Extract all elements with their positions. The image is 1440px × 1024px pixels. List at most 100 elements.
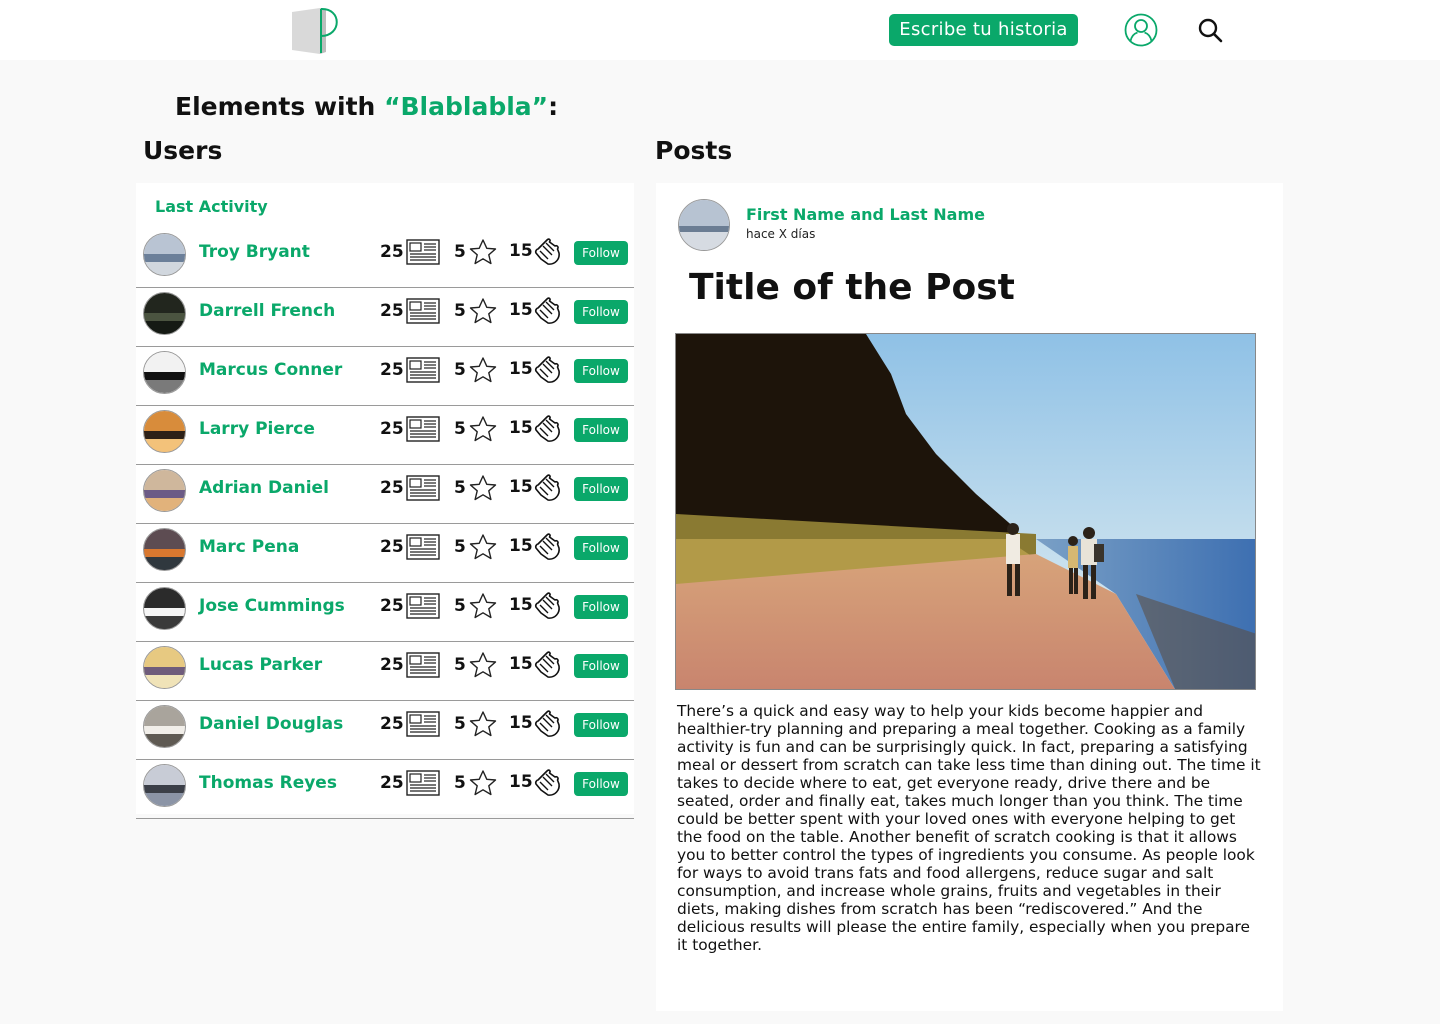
follow-button[interactable]: Follow [574, 300, 628, 324]
newspaper-icon [406, 357, 440, 383]
user-avatar[interactable] [143, 233, 186, 276]
user-name[interactable]: Jose Cummings [199, 596, 345, 616]
user-avatar[interactable] [143, 469, 186, 512]
follow-button[interactable]: Follow [574, 241, 628, 265]
user-profile-icon[interactable] [1124, 13, 1158, 47]
clap-icon [534, 532, 562, 562]
newspaper-icon [406, 239, 440, 265]
sort-last-activity[interactable]: Last Activity [155, 197, 268, 216]
star-icon [468, 356, 498, 384]
clap-icon [534, 709, 562, 739]
p-logo-icon[interactable] [290, 6, 342, 56]
user-avatar[interactable] [143, 587, 186, 630]
stars-count: 5 [454, 478, 466, 498]
star-icon [468, 533, 498, 561]
posts-count: 25 [380, 478, 404, 498]
user-avatar[interactable] [143, 764, 186, 807]
user-name[interactable]: Darrell French [199, 301, 335, 321]
claps-count: 15 [509, 300, 533, 320]
newspaper-icon [406, 534, 440, 560]
user-name[interactable]: Adrian Daniel [199, 478, 329, 498]
user-row: Darrell French 25 5 15 Follow [136, 288, 634, 347]
follow-button[interactable]: Follow [574, 595, 628, 619]
claps-count: 15 [509, 477, 533, 497]
user-name[interactable]: Troy Bryant [199, 242, 310, 262]
user-avatar[interactable] [143, 646, 186, 689]
newspaper-icon [406, 298, 440, 324]
newspaper-icon [406, 416, 440, 442]
user-row: Thomas Reyes 25 5 15 Follow [136, 760, 634, 819]
heading-suffix: : [548, 92, 559, 121]
user-avatar[interactable] [143, 705, 186, 748]
clap-icon [534, 296, 562, 326]
newspaper-icon [406, 711, 440, 737]
stars-count: 5 [454, 301, 466, 321]
claps-count: 15 [509, 595, 533, 615]
stars-count: 5 [454, 419, 466, 439]
claps-count: 15 [509, 713, 533, 733]
posts-count: 25 [380, 714, 404, 734]
user-avatar[interactable] [143, 292, 186, 335]
user-row: Marcus Conner 25 5 15 Follow [136, 347, 634, 406]
claps-count: 15 [509, 241, 533, 261]
star-icon [468, 651, 498, 679]
user-row: Lucas Parker 25 5 15 Follow [136, 642, 634, 701]
post-card: First Name and Last Name hace X días Tit… [656, 183, 1283, 1011]
search-term: “Blablabla” [384, 92, 549, 121]
follow-button[interactable]: Follow [574, 477, 628, 501]
user-avatar[interactable] [143, 528, 186, 571]
follow-button[interactable]: Follow [574, 359, 628, 383]
star-icon [468, 474, 498, 502]
post-title[interactable]: Title of the Post [689, 267, 1015, 308]
user-avatar[interactable] [143, 410, 186, 453]
post-author-name[interactable]: First Name and Last Name [746, 205, 985, 224]
claps-count: 15 [509, 654, 533, 674]
claps-count: 15 [509, 418, 533, 438]
post-image[interactable] [675, 333, 1256, 690]
user-name[interactable]: Daniel Douglas [199, 714, 343, 734]
claps-count: 15 [509, 772, 533, 792]
top-bar: Escribe tu historia [0, 0, 1440, 60]
star-icon [468, 710, 498, 738]
author-avatar[interactable] [678, 199, 730, 251]
user-avatar[interactable] [143, 351, 186, 394]
claps-count: 15 [509, 359, 533, 379]
user-row: Larry Pierce 25 5 15 Follow [136, 406, 634, 465]
stars-count: 5 [454, 537, 466, 557]
user-name[interactable]: Larry Pierce [199, 419, 315, 439]
user-name[interactable]: Marcus Conner [199, 360, 342, 380]
posts-count: 25 [380, 301, 404, 321]
posts-count: 25 [380, 242, 404, 262]
write-story-button[interactable]: Escribe tu historia [889, 14, 1078, 46]
star-icon [468, 238, 498, 266]
follow-button[interactable]: Follow [574, 654, 628, 678]
search-results-heading: Elements with “Blablabla”: [175, 92, 558, 121]
users-panel: Last Activity Troy Bryant 25 5 15 Follow Darr… [136, 183, 634, 819]
user-name[interactable]: Lucas Parker [199, 655, 322, 675]
users-section-title: Users [143, 136, 223, 165]
follow-button[interactable]: Follow [574, 713, 628, 737]
posts-count: 25 [380, 655, 404, 675]
user-name[interactable]: Thomas Reyes [199, 773, 337, 793]
clap-icon [534, 355, 562, 385]
stars-count: 5 [454, 242, 466, 262]
clap-icon [534, 768, 562, 798]
stars-count: 5 [454, 655, 466, 675]
clap-icon [534, 650, 562, 680]
follow-button[interactable]: Follow [574, 772, 628, 796]
user-row: Adrian Daniel 25 5 15 Follow [136, 465, 634, 524]
stars-count: 5 [454, 596, 466, 616]
posts-count: 25 [380, 419, 404, 439]
posts-count: 25 [380, 537, 404, 557]
post-time: hace X días [746, 227, 816, 241]
follow-button[interactable]: Follow [574, 418, 628, 442]
search-icon[interactable] [1197, 17, 1223, 43]
posts-count: 25 [380, 596, 404, 616]
user-name[interactable]: Marc Pena [199, 537, 299, 557]
follow-button[interactable]: Follow [574, 536, 628, 560]
claps-count: 15 [509, 536, 533, 556]
clap-icon [534, 473, 562, 503]
post-body: There’s a quick and easy way to help you… [677, 702, 1261, 954]
newspaper-icon [406, 652, 440, 678]
star-icon [468, 769, 498, 797]
